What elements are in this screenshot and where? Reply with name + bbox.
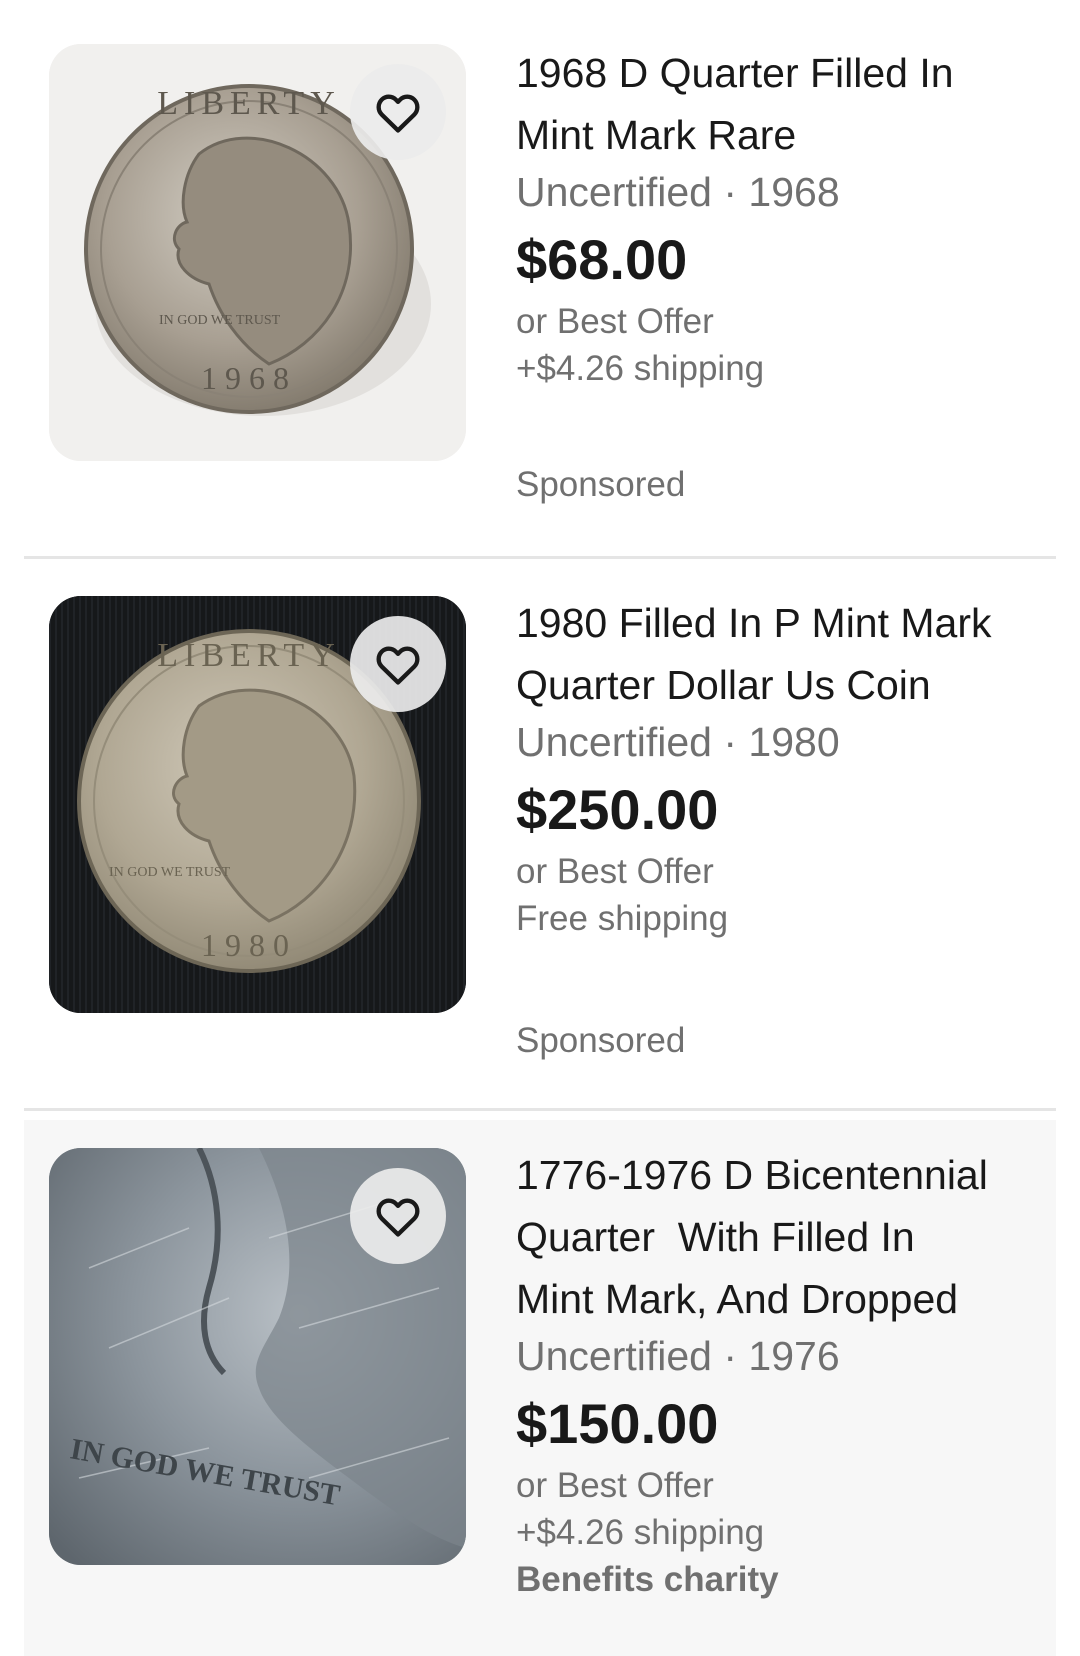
listing-info: 1776-1976 D Bicentennial Quarter With Fi…	[516, 1144, 1046, 1603]
shipping-label: +$4.26 shipping	[516, 1513, 765, 1552]
coin-year-text: 1968	[201, 360, 297, 396]
watch-button[interactable]	[350, 616, 446, 712]
listing-image[interactable]: IN GOD WE TRUST	[49, 1148, 466, 1565]
listing-image[interactable]: LIBERTY IN GOD WE TRUST 1968	[49, 44, 466, 461]
listing-title[interactable]: 1968 D Quarter Filled In Mint Mark Rare	[516, 42, 1046, 166]
divider	[24, 1108, 1056, 1111]
coin-motto-text: IN GOD WE TRUST	[109, 865, 231, 880]
coin-liberty-text: LIBERTY	[157, 85, 341, 122]
coin-motto-text: IN GOD WE TRUST	[159, 313, 281, 328]
listing-info: 1968 D Quarter Filled In Mint Mark Rare …	[516, 42, 1046, 392]
charity-badge: Benefits charity	[516, 1560, 779, 1599]
listing-subtitle: Uncertified · 1968	[516, 169, 840, 215]
listing-card[interactable]: LIBERTY IN GOD WE TRUST 1980 1980 Filled…	[24, 556, 1056, 1108]
listing-price: $68.00	[516, 228, 688, 291]
listing-card[interactable]: LIBERTY IN GOD WE TRUST 1968 1968 D Quar…	[24, 0, 1056, 556]
best-offer-label: or Best Offer	[516, 1466, 714, 1505]
watch-button[interactable]	[350, 64, 446, 160]
listing-title[interactable]: 1980 Filled In P Mint Mark Quarter Dolla…	[516, 592, 1046, 716]
watch-button[interactable]	[350, 1168, 446, 1264]
coin-year-text: 1980	[201, 927, 297, 963]
sponsored-label: Sponsored	[516, 465, 686, 504]
heart-icon	[376, 1198, 420, 1237]
listing-subtitle: Uncertified · 1980	[516, 719, 840, 765]
listing-price: $150.00	[516, 1392, 719, 1455]
coin-liberty-text: LIBERTY	[157, 637, 341, 674]
listing-subtitle: Uncertified · 1976	[516, 1333, 840, 1379]
shipping-label: Free shipping	[516, 899, 729, 938]
listing-price: $250.00	[516, 778, 719, 841]
heart-icon	[376, 94, 420, 133]
sponsored-label: Sponsored	[516, 1021, 686, 1060]
best-offer-label: or Best Offer	[516, 852, 714, 891]
heart-icon	[376, 646, 420, 685]
best-offer-label: or Best Offer	[516, 302, 714, 341]
shipping-label: +$4.26 shipping	[516, 349, 765, 388]
listing-image[interactable]: LIBERTY IN GOD WE TRUST 1980	[49, 596, 466, 1013]
listing-title[interactable]: 1776-1976 D Bicentennial Quarter With Fi…	[516, 1144, 1046, 1330]
listing-card[interactable]: IN GOD WE TRUST 1776-1976 D Bicentennial…	[24, 1120, 1056, 1656]
listing-info: 1980 Filled In P Mint Mark Quarter Dolla…	[516, 592, 1046, 942]
